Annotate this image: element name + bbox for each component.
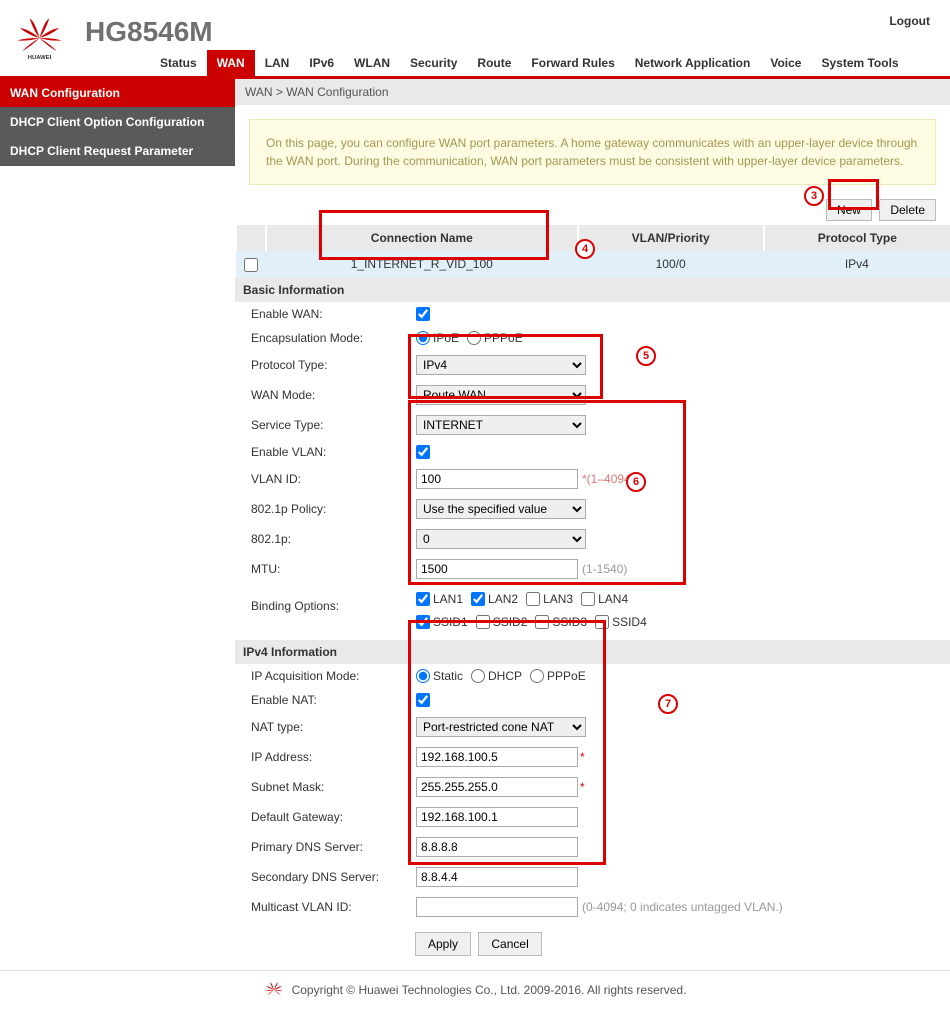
- proto-type-label: Protocol Type:: [251, 358, 416, 372]
- bind-lan4[interactable]: [581, 592, 595, 606]
- bind-lan1[interactable]: [416, 592, 430, 606]
- ip-pppoe-radio[interactable]: [530, 669, 544, 683]
- breadcrumb: WAN > WAN Configuration: [235, 79, 950, 105]
- dot1p-label: 802.1p:: [251, 532, 416, 546]
- enable-wan-checkbox[interactable]: [416, 307, 430, 321]
- bind-lan3[interactable]: [526, 592, 540, 606]
- encap-pppoe-radio[interactable]: [467, 331, 481, 345]
- row-checkbox[interactable]: [244, 258, 258, 272]
- nav-system-tools[interactable]: System Tools: [811, 50, 908, 76]
- subnet-input[interactable]: [416, 777, 578, 797]
- vlan-id-label: VLAN ID:: [251, 472, 416, 486]
- svg-text:HUAWEI: HUAWEI: [28, 55, 52, 60]
- proto-cell: IPv4: [764, 251, 950, 278]
- new-button[interactable]: New: [826, 199, 872, 221]
- ipv4-section-header: IPv4 Information: [235, 640, 950, 664]
- ip-addr-input[interactable]: [416, 747, 578, 767]
- th-3: Protocol Type: [764, 225, 950, 251]
- huawei-logo: HUAWEI: [12, 16, 67, 60]
- nat-type-select[interactable]: Port-restricted cone NAT: [416, 717, 586, 737]
- ip-dhcp-radio[interactable]: [471, 669, 485, 683]
- basic-section-header: Basic Information: [235, 278, 950, 302]
- enable-vlan-checkbox[interactable]: [416, 445, 430, 459]
- apply-button[interactable]: Apply: [415, 932, 471, 956]
- nav-wlan[interactable]: WLAN: [344, 50, 400, 76]
- dot1p-policy-label: 802.1p Policy:: [251, 502, 416, 516]
- vlan-cell: 100/0: [578, 251, 764, 278]
- header: HUAWEI HG8546M Logout: [0, 0, 950, 50]
- bind-ssid4[interactable]: [595, 615, 609, 629]
- nav-status[interactable]: Status: [150, 50, 207, 76]
- nav-wan[interactable]: WAN: [207, 50, 255, 76]
- ip-static-radio[interactable]: [416, 669, 430, 683]
- mtu-label: MTU:: [251, 562, 416, 576]
- th-1: Connection Name: [266, 225, 578, 251]
- binding-label: Binding Options:: [251, 589, 416, 613]
- wan-mode-select[interactable]: Route WAN: [416, 385, 586, 405]
- vlan-id-input[interactable]: [416, 469, 578, 489]
- gateway-input[interactable]: [416, 807, 578, 827]
- bind-ssid3[interactable]: [535, 615, 549, 629]
- proto-type-select[interactable]: IPv4: [416, 355, 586, 375]
- mvlan-label: Multicast VLAN ID:: [251, 900, 416, 914]
- cancel-button[interactable]: Cancel: [478, 932, 541, 956]
- nav-route[interactable]: Route: [467, 50, 521, 76]
- enable-wan-label: Enable WAN:: [251, 307, 416, 321]
- dot1p-select[interactable]: 0: [416, 529, 586, 549]
- huawei-logo-small: [264, 981, 284, 999]
- enable-nat-checkbox[interactable]: [416, 693, 430, 707]
- top-nav: StatusWANLANIPv6WLANSecurityRouteForward…: [0, 50, 950, 79]
- wan-mode-label: WAN Mode:: [251, 388, 416, 402]
- nat-type-label: NAT type:: [251, 720, 416, 734]
- sidebar-item-1[interactable]: DHCP Client Option Configuration: [0, 108, 235, 137]
- bind-ssid1[interactable]: [416, 615, 430, 629]
- sdns-input[interactable]: [416, 867, 578, 887]
- enable-vlan-label: Enable VLAN:: [251, 445, 416, 459]
- ip-addr-label: IP Address:: [251, 750, 416, 764]
- nav-lan[interactable]: LAN: [255, 50, 300, 76]
- bind-lan2[interactable]: [471, 592, 485, 606]
- th-0: [236, 225, 266, 251]
- logout-link[interactable]: Logout: [889, 14, 930, 28]
- dot1p-policy-select[interactable]: Use the specified value: [416, 499, 586, 519]
- sidebar-item-0[interactable]: WAN Configuration: [0, 79, 235, 108]
- mtu-input[interactable]: [416, 559, 578, 579]
- ip-acq-label: IP Acquisition Mode:: [251, 669, 416, 683]
- pdns-input[interactable]: [416, 837, 578, 857]
- nav-ipv6[interactable]: IPv6: [299, 50, 344, 76]
- nav-voice[interactable]: Voice: [760, 50, 811, 76]
- copyright-text: Copyright © Huawei Technologies Co., Ltd…: [292, 983, 687, 997]
- sidebar: WAN ConfigurationDHCP Client Option Conf…: [0, 79, 235, 970]
- info-box: On this page, you can configure WAN port…: [249, 119, 936, 185]
- sdns-label: Secondary DNS Server:: [251, 870, 416, 884]
- gateway-label: Default Gateway:: [251, 810, 416, 824]
- conn-name-cell[interactable]: 1_INTERNET_R_VID_100: [266, 251, 578, 278]
- nav-security[interactable]: Security: [400, 50, 467, 76]
- model-title: HG8546M: [85, 16, 213, 48]
- delete-button[interactable]: Delete: [879, 199, 936, 221]
- nav-forward-rules[interactable]: Forward Rules: [521, 50, 624, 76]
- encap-ipoe-radio[interactable]: [416, 331, 430, 345]
- enable-nat-label: Enable NAT:: [251, 693, 416, 707]
- service-select[interactable]: INTERNET: [416, 415, 586, 435]
- bind-ssid2[interactable]: [476, 615, 490, 629]
- th-2: VLAN/Priority: [578, 225, 764, 251]
- nav-network-application[interactable]: Network Application: [625, 50, 761, 76]
- sidebar-item-2[interactable]: DHCP Client Request Parameter: [0, 137, 235, 166]
- table-row: 1_INTERNET_R_VID_100 100/0 IPv4: [236, 251, 950, 278]
- pdns-label: Primary DNS Server:: [251, 840, 416, 854]
- encap-label: Encapsulation Mode:: [251, 331, 416, 345]
- main-content: WAN > WAN Configuration On this page, yo…: [235, 79, 950, 970]
- mvlan-input[interactable]: [416, 897, 578, 917]
- footer: Copyright © Huawei Technologies Co., Ltd…: [0, 970, 950, 1009]
- subnet-label: Subnet Mask:: [251, 780, 416, 794]
- service-label: Service Type:: [251, 418, 416, 432]
